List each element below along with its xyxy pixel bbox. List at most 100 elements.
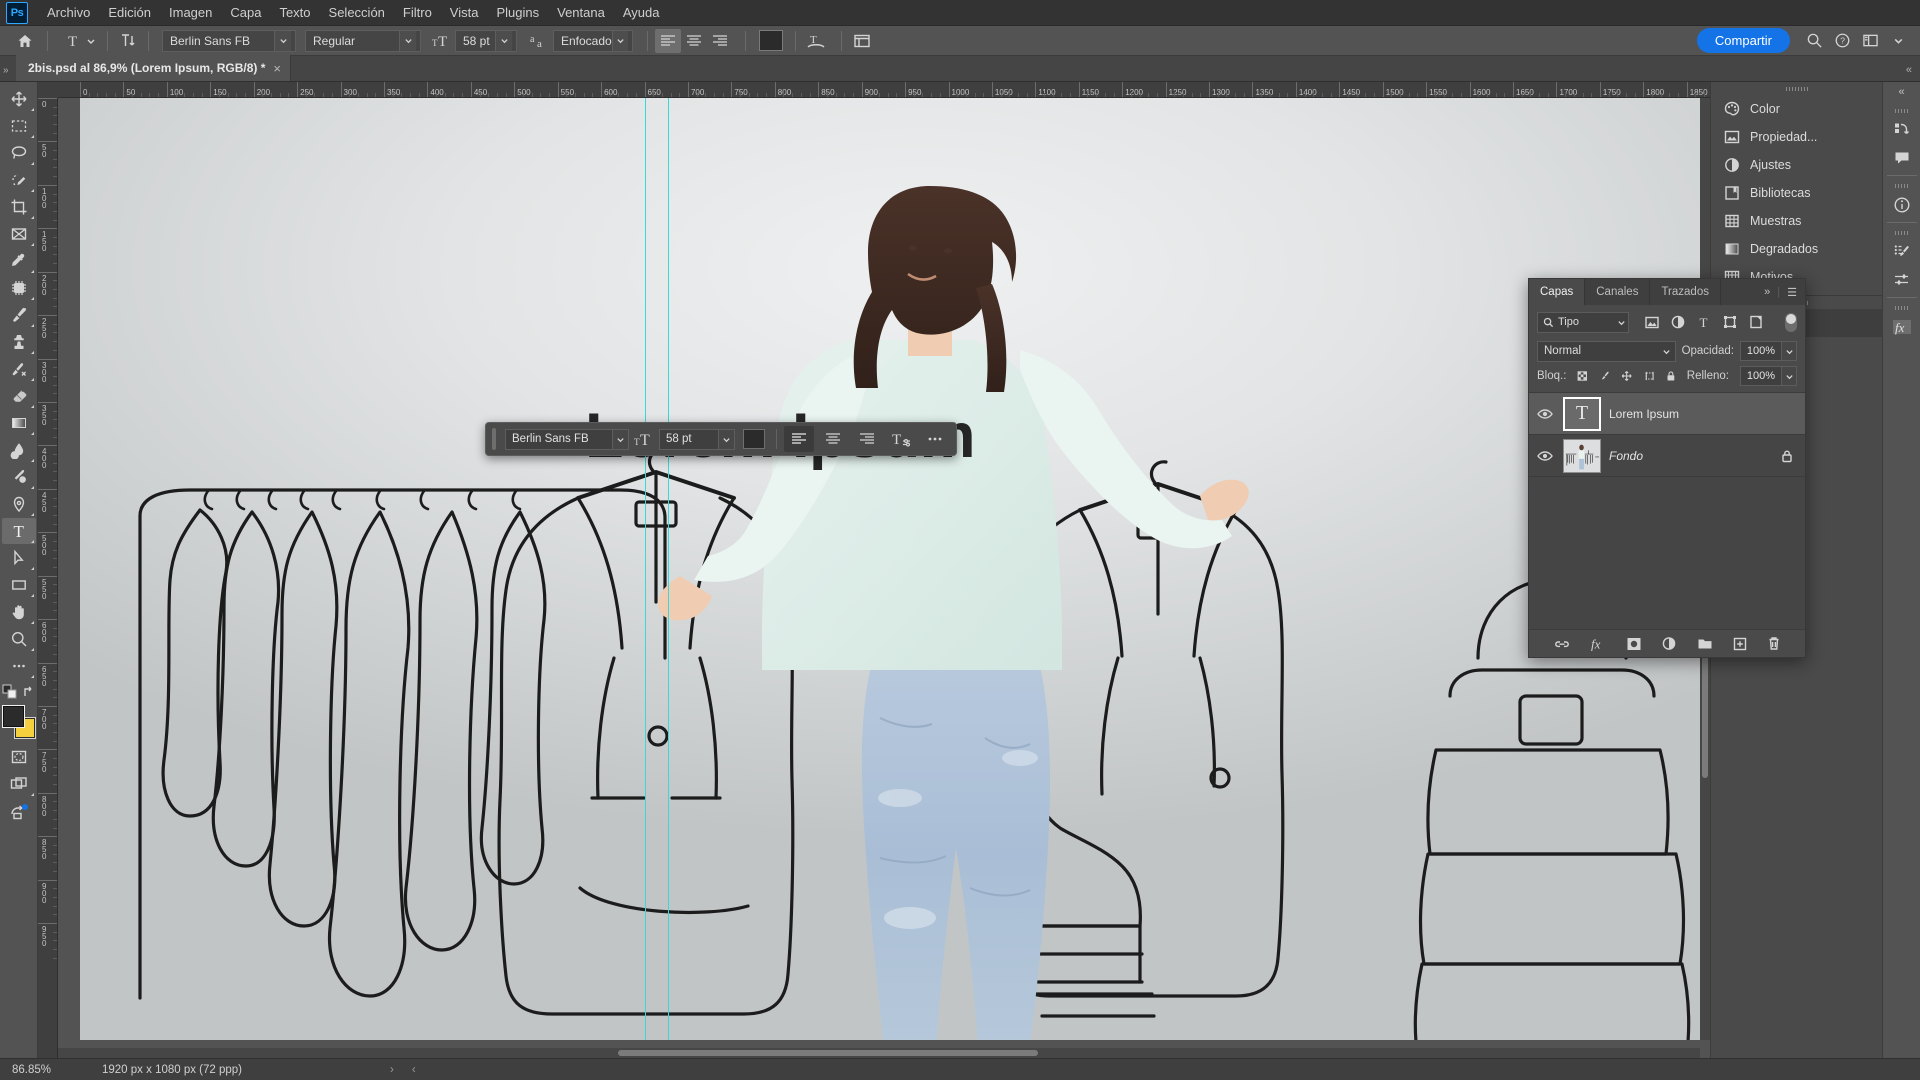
- menu-item-filtro[interactable]: Filtro: [394, 1, 441, 24]
- scrollbar-thumb[interactable]: [618, 1050, 1038, 1056]
- drag-handle[interactable]: [492, 428, 496, 450]
- chevron-down-icon[interactable]: [611, 30, 628, 51]
- ftb-align-left-button[interactable]: [784, 426, 814, 452]
- menu-item-ventana[interactable]: Ventana: [548, 1, 614, 24]
- align-right-button[interactable]: [707, 29, 733, 53]
- plus-square-icon[interactable]: [1733, 637, 1747, 651]
- share-image-button[interactable]: [2, 798, 36, 824]
- fx-icon[interactable]: fx: [1590, 636, 1606, 652]
- chevron-down-icon[interactable]: [1659, 342, 1675, 361]
- fill-chevron[interactable]: [1782, 366, 1797, 386]
- tab-expander[interactable]: »: [0, 60, 16, 81]
- font-size-dropdown[interactable]: 58 pt: [455, 29, 517, 52]
- menu-item-ayuda[interactable]: Ayuda: [614, 1, 669, 24]
- opacity-chevron[interactable]: [1782, 341, 1797, 361]
- lock-all-icon[interactable]: [1666, 369, 1676, 383]
- color-swatches[interactable]: [1, 705, 36, 739]
- align-center-button[interactable]: [681, 29, 707, 53]
- home-button[interactable]: [10, 28, 40, 54]
- tool-frame[interactable]: [2, 221, 36, 247]
- layer-row-lorem-ipsum[interactable]: T Lorem Ipsum: [1529, 393, 1805, 435]
- tool-healing-brush[interactable]: [2, 275, 36, 301]
- document-tab[interactable]: 2bis.psd al 86,9% (Lorem Ipsum, RGB/8) *…: [16, 55, 291, 81]
- foreground-color-swatch[interactable]: [1, 705, 25, 728]
- tool-history-brush[interactable]: [2, 356, 36, 382]
- layer-row-fondo[interactable]: Fondo: [1529, 435, 1805, 477]
- ftb-align-right-button[interactable]: [852, 426, 882, 452]
- tool-blur[interactable]: [2, 437, 36, 463]
- chevron-down-icon[interactable]: [1614, 318, 1628, 327]
- font-family-dropdown[interactable]: Berlin Sans FB: [162, 29, 296, 52]
- font-style-dropdown[interactable]: Regular: [305, 29, 421, 52]
- tool-horizontal-type[interactable]: T: [1, 518, 36, 544]
- tool-edit-toolbar[interactable]: [2, 653, 36, 679]
- opacity-value[interactable]: 100%: [1740, 341, 1782, 361]
- chevron-down-icon[interactable]: [612, 429, 628, 449]
- tab-canales[interactable]: Canales: [1585, 279, 1651, 305]
- tool-pen[interactable]: [2, 491, 36, 517]
- lock-transparency-icon[interactable]: [1577, 369, 1588, 383]
- menu-item-texto[interactable]: Texto: [270, 1, 319, 24]
- align-left-button[interactable]: [655, 28, 681, 53]
- tool-path-selection[interactable]: [2, 545, 36, 571]
- guide-vertical-2[interactable]: [668, 98, 669, 1040]
- chevron-right-icon[interactable]: ›: [390, 1064, 394, 1076]
- anti-alias-dropdown[interactable]: Enfocado: [553, 29, 633, 52]
- ftb-align-center-button[interactable]: [818, 426, 848, 452]
- smart-object-filter-icon[interactable]: [1749, 315, 1763, 329]
- eye-icon[interactable]: [1535, 408, 1555, 420]
- collapse-panels-button[interactable]: «: [1898, 59, 1920, 81]
- text-orientation-button[interactable]: [115, 29, 141, 53]
- screen-mode-button[interactable]: [2, 771, 36, 797]
- ftb-more-options-button[interactable]: [920, 426, 950, 452]
- tool-gradient[interactable]: [2, 410, 36, 436]
- tool-dodge[interactable]: [2, 464, 36, 490]
- rail-info-button[interactable]: [1887, 191, 1917, 219]
- ftb-font-size-dropdown[interactable]: 58 pt: [659, 428, 735, 450]
- shape-layer-filter-icon[interactable]: [1723, 315, 1737, 329]
- collapse-rail-button[interactable]: «: [1883, 82, 1920, 104]
- dock-item-muestras[interactable]: Muestras: [1711, 207, 1882, 235]
- folder-icon[interactable]: [1697, 637, 1713, 651]
- character-panel-button[interactable]: [849, 29, 875, 53]
- chevron-down-icon[interactable]: [274, 30, 291, 51]
- menu-item-edicin[interactable]: Edición: [99, 1, 160, 24]
- hamburger-menu-icon[interactable]: ☰: [1787, 286, 1797, 299]
- dock-grip[interactable]: [1785, 87, 1808, 91]
- blend-mode-dropdown[interactable]: Normal: [1537, 340, 1676, 362]
- help-button[interactable]: ?: [1828, 32, 1856, 49]
- chevron-down-icon[interactable]: [399, 30, 416, 51]
- ftb-text-color-swatch[interactable]: [743, 429, 765, 449]
- lock-artboard-icon[interactable]: [1644, 369, 1655, 383]
- adjustment-circle-icon[interactable]: [1662, 636, 1677, 651]
- tool-lasso[interactable]: [2, 140, 36, 166]
- rail-adjustments-button[interactable]: [1887, 266, 1917, 294]
- quick-mask-button[interactable]: [2, 744, 36, 770]
- chevron-down-icon[interactable]: [718, 429, 734, 449]
- tool-zoom[interactable]: [2, 626, 36, 652]
- text-color-swatch[interactable]: [759, 30, 783, 51]
- tool-eraser[interactable]: [2, 383, 36, 409]
- menu-item-plugins[interactable]: Plugins: [487, 1, 548, 24]
- lock-icon[interactable]: [1781, 449, 1793, 463]
- rail-brush-settings-button[interactable]: [1887, 238, 1917, 266]
- lock-position-icon[interactable]: [1621, 369, 1632, 383]
- document-viewport[interactable]: Lorem Ipsum: [58, 98, 1710, 1040]
- dock-item-color[interactable]: Color: [1711, 95, 1882, 123]
- layer-thumbnail[interactable]: [1563, 438, 1601, 473]
- menu-item-capa[interactable]: Capa: [221, 1, 270, 24]
- dock-item-ajustes[interactable]: Ajustes: [1711, 151, 1882, 179]
- link-icon[interactable]: [1554, 637, 1570, 651]
- tool-move[interactable]: [2, 86, 36, 112]
- close-icon[interactable]: ×: [273, 61, 281, 76]
- layer-thumbnail[interactable]: T: [1563, 396, 1601, 431]
- pixel-layer-filter-icon[interactable]: [1645, 316, 1659, 329]
- ftb-font-family-dropdown[interactable]: Berlin Sans FB: [505, 428, 629, 450]
- workspace-chevron[interactable]: [1884, 35, 1912, 46]
- workspace-button[interactable]: [1856, 33, 1884, 48]
- mask-icon[interactable]: [1626, 637, 1642, 651]
- tab-capas[interactable]: Capas: [1529, 279, 1586, 305]
- layer-name[interactable]: Fondo: [1609, 449, 1643, 463]
- adjustment-layer-filter-icon[interactable]: [1671, 315, 1685, 329]
- tool-brush[interactable]: [2, 302, 36, 328]
